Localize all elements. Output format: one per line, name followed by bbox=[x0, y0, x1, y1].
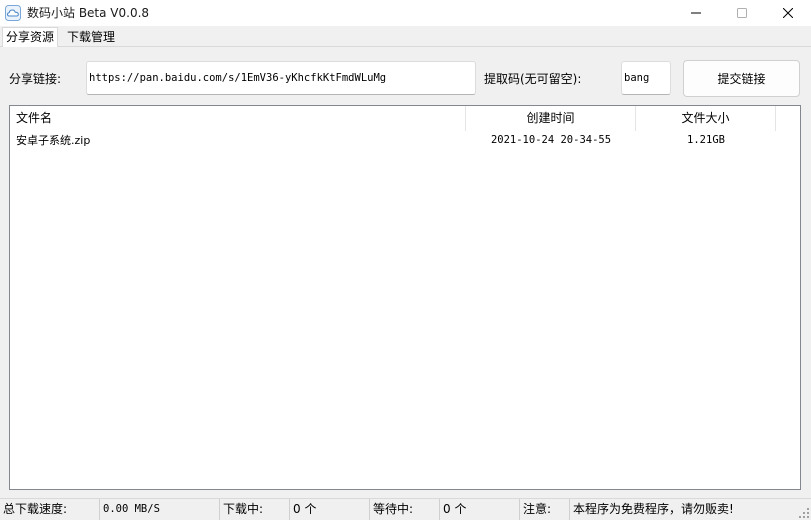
total-speed-value: 0.00 MB/S bbox=[100, 499, 220, 520]
notice-label: 注意: bbox=[520, 499, 570, 520]
minimize-icon bbox=[691, 12, 701, 14]
share-link-input[interactable]: https://pan.baidu.com/s/1EmV36-yKhcfkKtF… bbox=[86, 61, 476, 95]
cloud-app-icon bbox=[5, 5, 21, 21]
share-link-label: 分享链接: bbox=[9, 72, 62, 86]
maximize-icon bbox=[737, 8, 747, 18]
created-time-cell: 2021-10-24 20-34-55 bbox=[490, 134, 612, 146]
minimize-button[interactable] bbox=[673, 0, 719, 26]
file-size-cell: 1.21GB bbox=[687, 134, 725, 146]
extract-code-input[interactable]: bang bbox=[621, 61, 671, 95]
downloading-label: 下载中: bbox=[220, 499, 290, 520]
status-bar: 总下载速度: 0.00 MB/S 下载中: 0 个 等待中: 0 个 注意: 本… bbox=[0, 498, 811, 520]
tab-strip: 分享资源 下载管理 bbox=[0, 26, 811, 47]
maximize-button[interactable] bbox=[719, 0, 765, 26]
downloading-count: 0 个 bbox=[290, 499, 370, 520]
waiting-label: 等待中: bbox=[370, 499, 440, 520]
title-bar: 数码小站 Beta V0.0.8 bbox=[0, 0, 811, 26]
tab-share-resources[interactable]: 分享资源 bbox=[2, 27, 59, 47]
waiting-count: 0 个 bbox=[440, 499, 520, 520]
file-list[interactable]: 文件名 创建时间 文件大小 安卓子系统.zip 2021-10-24 20-34… bbox=[9, 105, 801, 490]
column-header-filename[interactable]: 文件名 bbox=[10, 106, 466, 131]
close-button[interactable] bbox=[765, 0, 811, 26]
window-title: 数码小站 Beta V0.0.8 bbox=[27, 6, 150, 20]
close-icon bbox=[783, 8, 793, 18]
column-header-created-time[interactable]: 创建时间 bbox=[466, 106, 636, 131]
table-row[interactable]: 安卓子系统.zip 2021-10-24 20-34-55 1.21GB bbox=[10, 132, 800, 149]
tab-download-manager[interactable]: 下载管理 bbox=[64, 28, 118, 47]
list-header: 文件名 创建时间 文件大小 bbox=[10, 106, 800, 131]
extract-code-label: 提取码(无可留空): bbox=[484, 72, 582, 86]
notice-text: 本程序为免费程序，请勿贩卖! bbox=[573, 502, 734, 516]
file-name-cell: 安卓子系统.zip bbox=[16, 134, 91, 147]
total-speed-label: 总下载速度: bbox=[0, 499, 100, 520]
submit-link-button[interactable]: 提交链接 bbox=[683, 60, 800, 97]
column-header-file-size[interactable]: 文件大小 bbox=[636, 106, 776, 131]
resize-grip-icon[interactable] bbox=[799, 508, 809, 518]
